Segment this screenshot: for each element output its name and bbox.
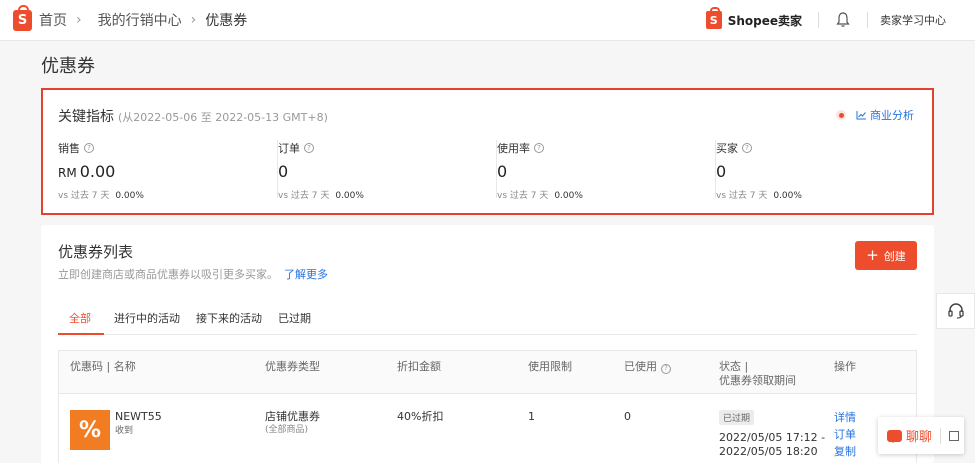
voucher-limit: 1 [528,410,535,423]
tab-ongoing[interactable]: 进行中的活动 [114,310,180,326]
learn-more-link[interactable]: 了解更多 [284,268,328,281]
chat-icon [887,429,902,443]
breadcrumb-home[interactable]: 首页 [39,10,67,30]
duplicate-link[interactable]: 复制 [834,443,856,459]
column-used-label: 已使用 [624,360,657,373]
metric-value: 0 [278,162,289,181]
column-actions: 操作 [834,360,856,373]
column-discount: 折扣金额 [397,360,441,373]
details-link[interactable]: 详情 [834,409,856,425]
tab-all[interactable]: 全部 [69,310,91,326]
column-status: 状态 | 优惠券领取期间 [719,360,796,388]
help-icon[interactable]: ? [534,143,544,153]
column-code-name: 优惠码 | 名称 [70,360,136,373]
brand-name[interactable]: Shopee卖家 [728,12,802,29]
business-analysis-label: 商业分析 [870,109,914,122]
metric-compare: vs 过去 7 天 [716,191,768,201]
chevron-right-icon: › [190,12,197,28]
column-status-label: 状态 | [719,360,749,373]
column-used: 已使用? [624,360,671,374]
voucher-list-card: 优惠券列表 立即创建商店或商品优惠券以吸引更多买家。 了解更多 + 创建 全部 进行… [41,225,934,463]
page-title: 优惠券 [41,56,95,77]
tab-expired[interactable]: 已过期 [278,310,311,326]
column-limit: 使用限制 [528,360,572,373]
metric-label: 订单 [278,142,300,155]
breadcrumb-current: 优惠券 [205,13,248,29]
voucher-type-sub: (全部商品) [265,425,309,435]
metric-compare: vs 过去 7 天 [278,191,330,201]
column-type: 优惠券类型 [265,360,320,373]
breadcrumb-marketing[interactable]: 我的行销中心 [98,10,182,30]
headset-icon [947,303,964,319]
metric-change: 0.00% [773,191,802,201]
metric-change: 0.00% [335,191,364,201]
metric-buyers: 买家? 0 vs 过去 7 天 0.00% [715,140,934,201]
currency: RM [58,166,77,180]
claim-period-start: 2022/05/05 17:12 - [719,431,826,444]
metric-value: 0.00 [79,162,116,181]
voucher-table: 优惠码 | 名称 优惠券类型 折扣金额 使用限制 已使用? 状态 | 优惠券领取期… [58,350,917,463]
top-bar: S 首页 › 我的行销中心 › 优惠券 S Shopee卖家 卖家学习中心 [0,0,975,41]
shopee-logo-icon[interactable]: S [13,4,32,31]
customer-service-button[interactable] [936,293,975,329]
learning-center-link[interactable]: 卖家学习中心 [880,12,946,28]
chart-line-icon [856,111,866,120]
create-label: 创建 [883,249,906,263]
metric-usage-rate: 使用率? 0 vs 过去 7 天 0.00% [496,140,715,201]
tab-upcoming[interactable]: 接下来的活动 [196,310,262,326]
metric-orders: 订单? 0 vs 过去 7 天 0.00% [277,140,496,201]
chat-label: 聊聊 [906,430,933,445]
description-text: 立即创建商店或商品优惠券以吸引更多买家。 [58,268,278,281]
metric-value: 0 [716,162,727,181]
chat-widget[interactable]: 聊聊 [878,417,964,454]
voucher-used: 0 [624,410,631,423]
help-icon[interactable]: ? [84,143,94,153]
plus-icon: + [866,246,879,264]
metric-sales: 销售? RM 0.00 vs 过去 7 天 0.00% [58,140,277,201]
divider [867,12,868,28]
create-button[interactable]: + 创建 [855,241,917,270]
metric-change: 0.00% [115,191,144,201]
divider [940,427,942,444]
metric-compare: vs 过去 7 天 [497,191,549,201]
column-status-sub: 优惠券领取期间 [719,374,796,387]
voucher-name: 收到 [115,426,134,436]
divider [818,12,819,28]
help-icon[interactable]: ? [742,143,752,153]
minimize-icon[interactable] [949,430,960,441]
claim-period-end: 2022/05/05 18:20 [719,445,818,458]
table-header: 优惠码 | 名称 优惠券类型 折扣金额 使用限制 已使用? 状态 | 优惠券领取期… [59,351,916,394]
percent-icon: % [70,410,110,450]
voucher-discount: 40%折扣 [397,410,444,423]
metric-value: 0 [497,162,508,181]
metrics-date-range: (从2022-05-06 至 2022-05-13 GMT+8) [118,111,328,124]
voucher-type: 店铺优惠券 [265,410,320,423]
key-metrics-card: 关键指标 (从2022-05-06 至 2022-05-13 GMT+8) 商业… [41,88,934,215]
orders-link[interactable]: 订单 [834,426,856,442]
business-analysis-link[interactable]: 商业分析 [836,107,914,123]
metric-change: 0.00% [554,191,583,201]
metrics-title: 关键指标 [58,109,114,125]
chevron-right-icon: › [76,12,82,28]
voucher-tabs: 全部 进行中的活动 接下来的活动 已过期 [58,307,917,335]
status-badge: 已过期 [719,410,755,425]
voucher-list-description: 立即创建商店或商品优惠券以吸引更多买家。 了解更多 [58,266,328,282]
bell-icon[interactable] [836,12,850,28]
metric-label: 使用率 [497,142,530,155]
help-icon[interactable]: ? [304,143,314,153]
shopee-seller-logo-icon: S [705,7,722,29]
active-tab-indicator [58,333,104,335]
notification-dot-icon [836,110,846,120]
metric-label: 买家 [716,142,738,155]
metric-label: 销售 [58,142,80,155]
help-icon[interactable]: ? [661,363,671,374]
voucher-list-title: 优惠券列表 [58,243,134,261]
metric-compare: vs 过去 7 天 [58,191,110,201]
voucher-code: NEWT55 [115,410,162,423]
